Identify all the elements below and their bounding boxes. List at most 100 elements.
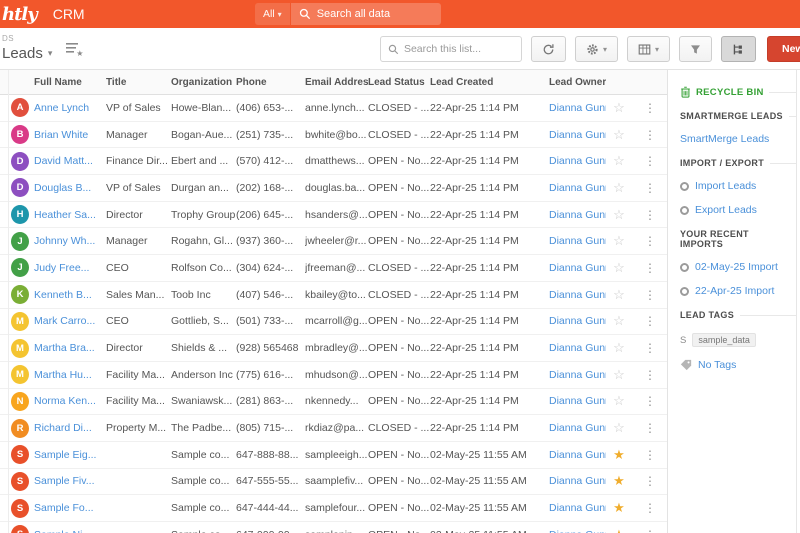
- new-lead-button[interactable]: New Lead: [766, 36, 800, 62]
- lead-owner-link[interactable]: Dianna Gunn: [549, 235, 606, 247]
- star-toggle[interactable]: ★: [606, 500, 632, 516]
- lead-owner-link[interactable]: Dianna Gunn: [549, 315, 606, 327]
- lead-name-link[interactable]: Kenneth B...: [34, 289, 106, 301]
- row-menu-button[interactable]: ⋮: [632, 181, 667, 195]
- table-row[interactable]: H Heather Sa... Director Trophy Group (2…: [0, 201, 667, 229]
- star-toggle[interactable]: ☆: [606, 287, 632, 303]
- row-menu-button[interactable]: ⋮: [632, 101, 667, 115]
- table-row[interactable]: M Mark Carro... CEO Gottlieb, S... (501)…: [0, 308, 667, 336]
- lead-name-link[interactable]: Martha Hu...: [34, 369, 106, 381]
- table-row[interactable]: J Judy Free... CEO Rolfson Co... (304) 6…: [0, 255, 667, 282]
- row-menu-button[interactable]: ⋮: [632, 261, 667, 275]
- lead-name-link[interactable]: Norma Ken...: [34, 395, 106, 407]
- table-row[interactable]: D David Matt... Finance Dir... Ebert and…: [0, 148, 667, 176]
- search-scope-dropdown[interactable]: All ▾: [255, 3, 290, 25]
- table-row[interactable]: D Douglas B... VP of Sales Durgan an... …: [0, 175, 667, 202]
- table-row[interactable]: M Martha Bra... Director Shields & ... (…: [0, 335, 667, 362]
- star-toggle[interactable]: ☆: [606, 367, 632, 383]
- row-menu-button[interactable]: ⋮: [632, 234, 667, 248]
- row-menu-button[interactable]: ⋮: [632, 421, 667, 435]
- list-search-box[interactable]: [379, 36, 522, 62]
- lead-owner-link[interactable]: Dianna Gunn: [549, 262, 606, 274]
- star-toggle[interactable]: ☆: [606, 260, 632, 276]
- lead-owner-link[interactable]: Dianna Gunn: [549, 475, 606, 487]
- table-row[interactable]: S Sample Fo... Sample co... 647-444-44..…: [0, 495, 667, 522]
- export-leads-link[interactable]: Export Leads: [680, 204, 796, 216]
- lead-name-link[interactable]: Heather Sa...: [34, 209, 106, 221]
- lead-name-link[interactable]: David Matt...: [34, 155, 106, 167]
- leads-view-dropdown[interactable]: Leads ▾: [2, 46, 52, 61]
- lead-name-link[interactable]: Sample Ni...: [34, 529, 106, 533]
- star-toggle[interactable]: ☆: [606, 100, 632, 116]
- column-header-phone[interactable]: Phone: [236, 77, 305, 88]
- table-row[interactable]: K Kenneth B... Sales Man... Toob Inc (40…: [0, 281, 667, 309]
- lead-owner-link[interactable]: Dianna Gunn: [549, 369, 606, 381]
- lead-owner-link[interactable]: Dianna Gunn: [549, 449, 606, 461]
- lead-owner-link[interactable]: Dianna Gunn: [549, 209, 606, 221]
- table-row[interactable]: J Johnny Wh... Manager Rogahn, Gl... (93…: [0, 228, 667, 256]
- global-search-input[interactable]: Search all data: [290, 3, 441, 25]
- lead-name-link[interactable]: Judy Free...: [34, 262, 106, 274]
- no-tags-link[interactable]: No Tags: [680, 359, 796, 371]
- column-header-lead-created[interactable]: Lead Created: [430, 77, 549, 88]
- lead-owner-link[interactable]: Dianna Gunn: [549, 289, 606, 301]
- lead-owner-link[interactable]: Dianna Gunn: [549, 422, 606, 434]
- column-header-organization[interactable]: Organization: [171, 77, 236, 88]
- table-row[interactable]: R Richard Di... Property M... The Padbe.…: [0, 415, 667, 442]
- star-toggle[interactable]: ☆: [606, 207, 632, 223]
- star-toggle[interactable]: ☆: [606, 313, 632, 329]
- star-toggle[interactable]: ★: [606, 447, 632, 463]
- star-toggle[interactable]: ☆: [606, 127, 632, 143]
- row-menu-button[interactable]: ⋮: [632, 208, 667, 222]
- lead-owner-link[interactable]: Dianna Gunn: [549, 342, 606, 354]
- smartmerge-leads-link[interactable]: SmartMerge Leads: [680, 133, 796, 145]
- lead-owner-link[interactable]: Dianna Gunn: [549, 529, 606, 533]
- lead-name-link[interactable]: Sample Fiv...: [34, 475, 106, 487]
- row-menu-button[interactable]: ⋮: [632, 528, 667, 533]
- filter-button[interactable]: [678, 36, 712, 62]
- table-row[interactable]: S Sample Fiv... Sample co... 647-555-55.…: [0, 468, 667, 496]
- lead-name-link[interactable]: Mark Carro...: [34, 315, 106, 327]
- row-menu-button[interactable]: ⋮: [632, 501, 667, 515]
- row-menu-button[interactable]: ⋮: [632, 288, 667, 302]
- table-row[interactable]: A Anne Lynch VP of Sales Howe-Blan... (4…: [0, 95, 667, 122]
- row-menu-button[interactable]: ⋮: [632, 314, 667, 328]
- row-menu-button[interactable]: ⋮: [632, 474, 667, 488]
- lead-name-link[interactable]: Richard Di...: [34, 422, 106, 434]
- row-menu-button[interactable]: ⋮: [632, 341, 667, 355]
- lead-owner-link[interactable]: Dianna Gunn: [549, 155, 606, 167]
- columns-dropdown-button[interactable]: ▾: [626, 36, 670, 62]
- lead-owner-link[interactable]: Dianna Gunn: [549, 182, 606, 194]
- lead-name-link[interactable]: Johnny Wh...: [34, 235, 106, 247]
- lead-name-link[interactable]: Anne Lynch: [34, 102, 106, 114]
- lead-name-link[interactable]: Sample Fo...: [34, 502, 106, 514]
- star-toggle[interactable]: ★: [606, 473, 632, 489]
- refresh-button[interactable]: [530, 36, 566, 62]
- column-header-email[interactable]: Email Address: [305, 77, 368, 88]
- lead-owner-link[interactable]: Dianna Gunn: [549, 395, 606, 407]
- star-toggle[interactable]: ☆: [606, 393, 632, 409]
- import-leads-link[interactable]: Import Leads: [680, 180, 796, 192]
- table-row[interactable]: N Norma Ken... Facility Ma... Swaniawsk.…: [0, 388, 667, 416]
- pipeline-view-button[interactable]: [720, 36, 756, 62]
- column-header-full-name[interactable]: Full Name: [34, 77, 106, 88]
- recent-import-link[interactable]: 02-May-25 Import: [680, 261, 796, 273]
- table-row[interactable]: B Brian White Manager Bogan-Aue... (251)…: [0, 121, 667, 149]
- table-row[interactable]: S Sample Eig... Sample co... 647-888-88.…: [0, 441, 667, 469]
- lead-owner-link[interactable]: Dianna Gunn: [549, 129, 606, 141]
- star-toggle[interactable]: ☆: [606, 180, 632, 196]
- star-toggle[interactable]: ☆: [606, 340, 632, 356]
- column-header-lead-owner[interactable]: Lead Owner: [549, 77, 606, 88]
- row-menu-button[interactable]: ⋮: [632, 448, 667, 462]
- list-search-input[interactable]: [403, 43, 514, 55]
- recycle-bin-link[interactable]: RECYCLE BIN: [680, 86, 796, 98]
- lead-name-link[interactable]: Sample Eig...: [34, 449, 106, 461]
- lead-owner-link[interactable]: Dianna Gunn: [549, 502, 606, 514]
- lead-name-link[interactable]: Brian White: [34, 129, 106, 141]
- lead-owner-link[interactable]: Dianna Gunn: [549, 102, 606, 114]
- table-row[interactable]: S Sample Ni... Sample co... 647-999-99..…: [0, 522, 667, 533]
- row-menu-button[interactable]: ⋮: [632, 394, 667, 408]
- tag-sample-data[interactable]: sample_data: [692, 333, 756, 347]
- star-toggle[interactable]: ★: [606, 527, 632, 533]
- row-menu-button[interactable]: ⋮: [632, 128, 667, 142]
